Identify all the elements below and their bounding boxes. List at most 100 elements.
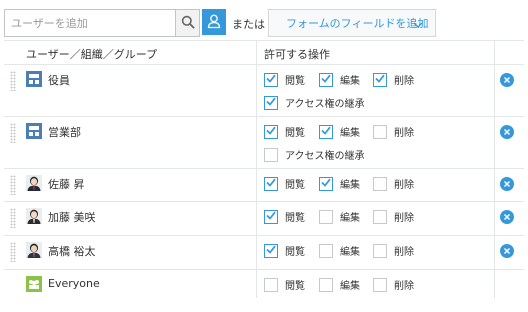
entity-name: 営業部	[48, 126, 81, 139]
permission-view-checkbox[interactable]	[264, 209, 278, 224]
permission-edit[interactable]: 編集	[319, 72, 360, 87]
permission-delete-label: 削除	[394, 180, 414, 191]
drag-handle[interactable]	[10, 242, 16, 262]
add-form-field-button[interactable]: フォームのフィールドを追加	[268, 9, 436, 37]
checkmark-icon	[321, 73, 331, 86]
permission-delete-label: 削除	[394, 281, 414, 292]
column-divider	[256, 40, 257, 298]
remove-button[interactable]	[500, 177, 514, 191]
permission-delete[interactable]: 削除	[373, 124, 414, 139]
checkmark-icon	[266, 125, 276, 138]
drag-handle[interactable]	[10, 123, 16, 143]
checkmark-icon	[321, 125, 331, 138]
permission-delete[interactable]: 削除	[373, 209, 414, 224]
permission-inherit-checkbox[interactable]	[264, 95, 278, 110]
permission-edit-checkbox[interactable]	[319, 209, 333, 224]
permission-view[interactable]: 閲覧	[264, 277, 305, 292]
close-icon	[503, 211, 511, 224]
close-icon	[503, 74, 511, 87]
permission-edit[interactable]: 編集	[319, 209, 360, 224]
permission-delete[interactable]: 削除	[373, 243, 414, 258]
permission-view[interactable]: 閲覧	[264, 72, 305, 87]
user-picker-button[interactable]	[202, 9, 226, 35]
permission-inherit-checkbox[interactable]	[264, 147, 278, 162]
permission-edit-label: 編集	[340, 128, 360, 139]
permission-view[interactable]: 閲覧	[264, 176, 305, 191]
drag-handle[interactable]	[10, 175, 16, 195]
permission-delete-label: 削除	[394, 213, 414, 224]
checkmark-icon	[266, 177, 276, 190]
permission-view-label: 閲覧	[285, 247, 305, 258]
remove-button[interactable]	[500, 210, 514, 224]
column-divider	[494, 40, 495, 298]
permission-delete-label: 削除	[394, 76, 414, 87]
permission-delete-checkbox[interactable]	[373, 243, 387, 258]
entity-name: Everyone	[48, 277, 100, 290]
drag-handle[interactable]	[10, 208, 16, 228]
remove-button[interactable]	[500, 125, 514, 139]
close-icon	[503, 178, 511, 191]
permission-edit-checkbox[interactable]	[319, 243, 333, 258]
permission-edit[interactable]: 編集	[319, 176, 360, 191]
user-search-input[interactable]	[5, 10, 175, 36]
permission-delete-checkbox[interactable]	[373, 176, 387, 191]
permission-edit[interactable]: 編集	[319, 124, 360, 139]
table-header: ユーザー／組織／グループ 許可する操作	[4, 40, 524, 65]
checkmark-icon	[266, 96, 276, 109]
permission-inherit[interactable]: アクセス権の継承	[264, 147, 365, 162]
search-icon	[181, 15, 195, 32]
permission-edit-checkbox[interactable]	[319, 176, 333, 191]
permission-delete[interactable]: 削除	[373, 277, 414, 292]
remove-button[interactable]	[500, 244, 514, 258]
permission-view-checkbox[interactable]	[264, 277, 278, 292]
permission-view-checkbox[interactable]	[264, 176, 278, 191]
permission-view[interactable]: 閲覧	[264, 243, 305, 258]
permission-edit-checkbox[interactable]	[319, 72, 333, 87]
permission-edit-label: 編集	[340, 76, 360, 87]
entity-name: 役員	[48, 74, 70, 87]
table-row: 高橋 裕太 閲覧 編集 削除	[4, 236, 524, 270]
entity-name: 高橋 裕太	[48, 245, 96, 258]
permission-delete[interactable]: 削除	[373, 176, 414, 191]
permission-delete-checkbox[interactable]	[373, 209, 387, 224]
permission-edit[interactable]: 編集	[319, 243, 360, 258]
permission-view[interactable]: 閲覧	[264, 209, 305, 224]
permission-edit-label: 編集	[340, 180, 360, 191]
header-permissions: 許可する操作	[264, 48, 330, 61]
permission-inherit-label: アクセス権の継承	[285, 151, 365, 162]
permission-edit[interactable]: 編集	[319, 277, 360, 292]
permission-delete-checkbox[interactable]	[373, 124, 387, 139]
checkmark-icon	[266, 244, 276, 257]
checkmark-icon	[321, 177, 331, 190]
permission-view[interactable]: 閲覧	[264, 124, 305, 139]
checkmark-icon	[266, 210, 276, 223]
checkmark-icon	[266, 73, 276, 86]
close-icon	[503, 245, 511, 258]
permission-view-checkbox[interactable]	[264, 243, 278, 258]
permission-edit-checkbox[interactable]	[319, 277, 333, 292]
search-button[interactable]	[175, 10, 199, 36]
permission-table: ユーザー／組織／グループ 許可する操作 役員 閲覧 編集 削除 アクセス権の継承 営業部閲…	[4, 40, 524, 298]
permission-view-label: 閲覧	[285, 76, 305, 87]
permission-delete-label: 削除	[394, 128, 414, 139]
avatar	[26, 242, 42, 258]
checkmark-icon	[375, 73, 385, 86]
remove-button[interactable]	[500, 73, 514, 87]
chevron-down-icon	[413, 19, 423, 32]
permission-delete[interactable]: 削除	[373, 72, 414, 87]
table-row: 役員 閲覧 編集 削除アクセス権の継承	[4, 65, 524, 117]
permission-edit-checkbox[interactable]	[319, 124, 333, 139]
close-icon	[503, 126, 511, 139]
permission-view-checkbox[interactable]	[264, 124, 278, 139]
permission-delete-checkbox[interactable]	[373, 72, 387, 87]
entity-name: 佐藤 昇	[48, 178, 85, 191]
permission-view-label: 閲覧	[285, 128, 305, 139]
table-row: 佐藤 昇 閲覧 編集 削除	[4, 169, 524, 202]
permission-delete-checkbox[interactable]	[373, 277, 387, 292]
permission-inherit-label: アクセス権の継承	[285, 99, 365, 110]
or-label: または	[232, 18, 265, 31]
user-search	[4, 9, 200, 37]
drag-handle[interactable]	[10, 71, 16, 91]
permission-view-checkbox[interactable]	[264, 72, 278, 87]
permission-inherit[interactable]: アクセス権の継承	[264, 95, 365, 110]
